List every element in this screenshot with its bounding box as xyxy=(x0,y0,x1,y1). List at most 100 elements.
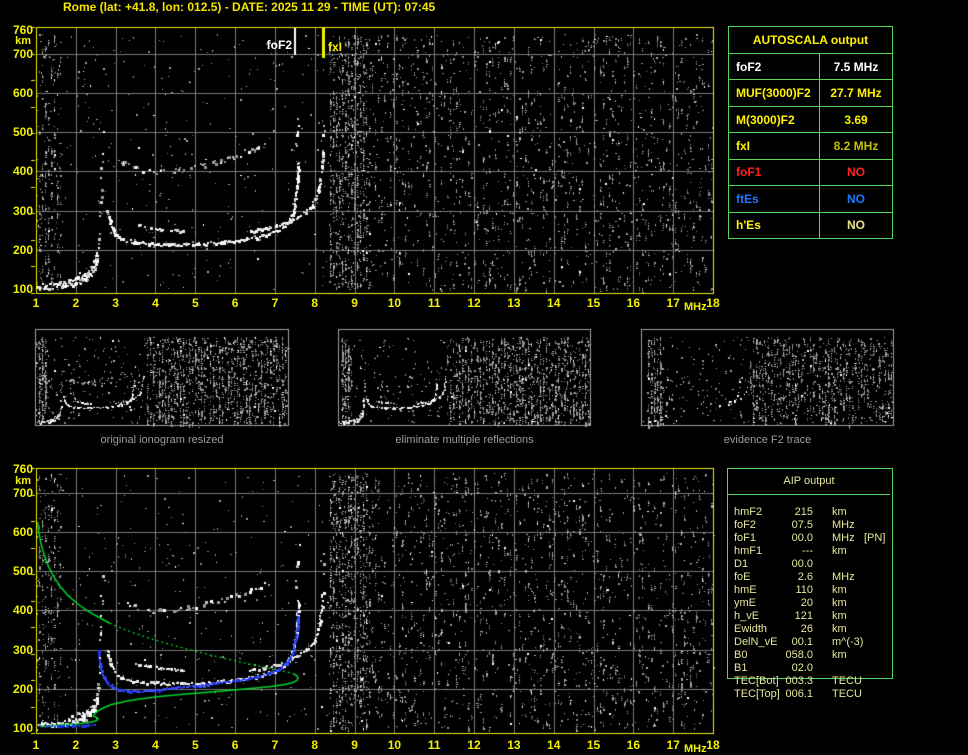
x-axis-unit-label: MHz xyxy=(684,301,707,313)
marker-label-fxi: fxI xyxy=(328,40,343,54)
x-tick-label: 15 xyxy=(586,738,601,752)
aip-row: hmF2 215 km xyxy=(727,506,893,519)
aip-row: foF1 00.0 MHz [PN] xyxy=(727,532,893,545)
aip-row-unit: km xyxy=(832,649,847,661)
aip-row-unit: MHz xyxy=(832,532,855,544)
autoscala-row-value: 27.7 MHz xyxy=(830,86,882,101)
aip-row-unit: MHz xyxy=(832,519,855,531)
aip-row-unit: MHz xyxy=(832,571,855,583)
autoscala-row: MUF(3000)F2 27.7 MHz xyxy=(729,80,892,107)
aip-row-unit: TECU xyxy=(832,675,862,687)
aip-row-value: --- xyxy=(802,545,813,557)
autoscala-row-value: NO xyxy=(847,165,865,180)
x-tick-label: 3 xyxy=(112,738,119,752)
autoscala-row-value: NO xyxy=(847,191,865,206)
x-tick-label: 4 xyxy=(152,738,159,752)
thumbnail-caption-eliminate: eliminate multiple reflections xyxy=(395,434,534,446)
aip-row-unit: m^(-3) xyxy=(832,636,864,648)
y-tick-label: 700 xyxy=(12,485,33,500)
aip-row-value: 215 xyxy=(794,506,813,518)
aip-row-label: ymE xyxy=(734,597,756,609)
x-tick-label: 12 xyxy=(467,296,481,310)
y-axis-unit-label: km xyxy=(15,475,31,487)
autoscala-table-header: AUTOSCALA output xyxy=(729,27,892,54)
thumbnail-caption-evidence: evidence F2 trace xyxy=(723,434,812,446)
station-title: Rome (lat: +41.8, lon: 012.5) - DATE: 20… xyxy=(63,0,436,14)
aip-row-value: 02.0 xyxy=(791,662,813,674)
y-tick-label: 600 xyxy=(12,85,33,100)
aip-row-label: hmF1 xyxy=(734,545,763,557)
autoscala-window: Rome (lat: +41.8, lon: 012.5) - DATE: 20… xyxy=(0,0,968,755)
aip-row-label: foF1 xyxy=(734,532,757,544)
aip-row-value: 00.1 xyxy=(791,636,813,648)
x-tick-label: 11 xyxy=(427,296,441,310)
autoscala-row-label: MUF(3000)F2 xyxy=(729,80,820,106)
y-tick-label: 760 xyxy=(12,462,33,477)
y-tick-label: 400 xyxy=(12,603,33,618)
x-tick-label: 12 xyxy=(467,738,481,752)
x-tick-label: 11 xyxy=(427,738,441,752)
autoscala-row: h'Es NO xyxy=(729,212,892,238)
x-tick-label: 9 xyxy=(351,296,358,310)
aip-row-value: 07.5 xyxy=(791,519,813,531)
autoscala-table: AUTOSCALA output foF2 7.5 MHz MUF(3000)F2 2… xyxy=(728,26,893,239)
aip-row: D1 00.0 xyxy=(727,558,893,571)
aip-row: Ewidth 26 km xyxy=(727,623,893,636)
aip-row: hmF1 --- km xyxy=(727,545,893,558)
aip-row-unit: km xyxy=(832,597,847,609)
aip-row-label: foF2 xyxy=(734,519,757,531)
autoscala-row-value: NO xyxy=(847,218,865,233)
aip-row: h_vE 121 km xyxy=(727,610,893,623)
x-tick-label: 7 xyxy=(271,296,279,310)
aip-row-unit: km xyxy=(832,610,847,622)
autoscala-row: foF2 7.5 MHz xyxy=(729,54,892,81)
x-tick-label: 13 xyxy=(507,296,521,310)
x-tick-label: 6 xyxy=(231,738,239,752)
aip-row-label: foE xyxy=(734,571,751,583)
x-tick-label: 8 xyxy=(311,738,319,752)
y-tick-label: 100 xyxy=(12,282,33,296)
autoscala-row-label: foF2 xyxy=(729,54,820,80)
aip-row-value: 20 xyxy=(800,597,813,609)
x-tick-label: 1 xyxy=(32,738,40,752)
x-axis-unit-label: MHz xyxy=(684,743,707,755)
aip-row-value: 110 xyxy=(795,584,813,596)
y-tick-label: 100 xyxy=(12,721,33,735)
x-tick-label: 10 xyxy=(387,738,402,752)
aip-row-label: D1 xyxy=(734,558,749,570)
aip-row-value: 121 xyxy=(794,610,813,622)
aip-row-value: 26 xyxy=(800,623,813,635)
y-tick-label: 300 xyxy=(12,642,33,657)
thumbnail-caption-original: original ionogram resized xyxy=(100,434,224,446)
aip-row-value: 058.0 xyxy=(785,649,813,661)
x-tick-label: 6 xyxy=(231,296,239,310)
aip-row-value: 003.3 xyxy=(785,675,813,687)
aip-row-value: 00.0 xyxy=(791,558,813,570)
y-tick-label: 300 xyxy=(12,203,33,218)
x-tick-label: 9 xyxy=(351,738,358,752)
y-tick-label: 200 xyxy=(12,681,33,696)
y-axis-unit-label: km xyxy=(15,35,31,47)
x-tick-label: 10 xyxy=(387,296,402,310)
aip-row: TEC[Top] 006.1 TECU xyxy=(727,688,893,701)
aip-row-label: hmE xyxy=(734,584,757,596)
x-tick-label: 13 xyxy=(507,738,521,752)
aip-row: hmE 110 km xyxy=(727,584,893,597)
aip-row: TEC[Bot] 003.3 TECU xyxy=(727,675,893,688)
autoscala-row: fxI 8.2 MHz xyxy=(729,133,892,160)
y-tick-label: 700 xyxy=(12,46,33,61)
y-tick-label: 500 xyxy=(12,564,33,579)
x-tick-label: 16 xyxy=(626,738,641,752)
x-tick-label: 8 xyxy=(311,296,319,310)
x-tick-label: 7 xyxy=(271,738,279,752)
autoscala-row: M(3000)F2 3.69 xyxy=(729,106,892,134)
aip-row-unit: km xyxy=(832,545,847,557)
x-tick-label: 16 xyxy=(626,296,641,310)
x-tick-label: 5 xyxy=(191,296,199,310)
y-tick-label: 200 xyxy=(12,242,33,257)
autoscala-row-label: fxI xyxy=(729,133,820,159)
x-tick-label: 4 xyxy=(152,296,159,310)
autoscala-row-label: h'Es xyxy=(729,212,820,238)
aip-row-value: 2.6 xyxy=(797,571,813,583)
aip-row-value: 006.1 xyxy=(785,688,813,700)
